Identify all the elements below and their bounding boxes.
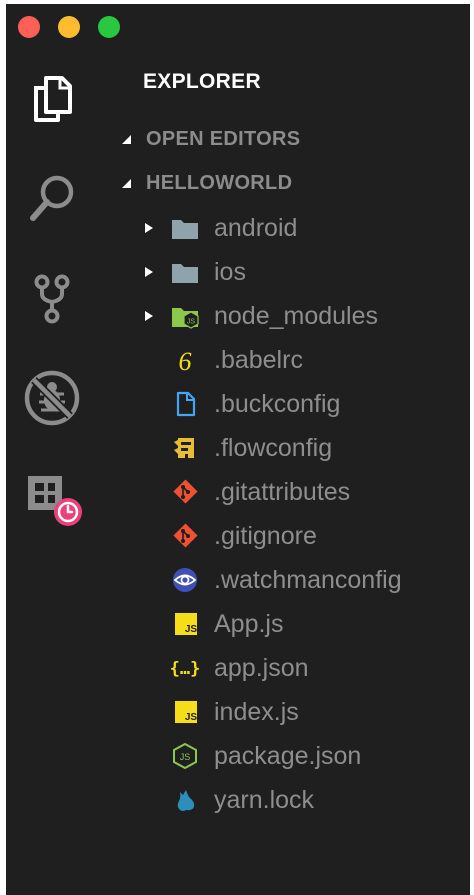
tree-item-app-json[interactable]: {…} app.json — [104, 648, 470, 688]
tree-item-flowconfig[interactable]: .flowconfig — [104, 428, 470, 468]
folder-icon — [170, 214, 200, 242]
tree-item-label: app.json — [214, 654, 309, 682]
tree-item-label: App.js — [214, 610, 284, 638]
open-editors-header[interactable]: OPEN EDITORS — [120, 124, 300, 154]
chevron-right-icon — [145, 311, 153, 321]
node-folder-icon: JS — [170, 302, 200, 330]
file-icon — [170, 390, 200, 418]
open-editors-label: OPEN EDITORS — [146, 127, 301, 150]
tree-item-buckconfig[interactable]: .buckconfig — [104, 384, 470, 424]
tree-item-app-js[interactable]: JS App.js — [104, 604, 470, 644]
git-icon — [170, 522, 200, 550]
project-header[interactable]: HELLOWORLD — [120, 168, 292, 198]
activity-bar — [6, 4, 120, 895]
chevron-right-icon — [145, 267, 153, 277]
svg-text:JS: JS — [185, 624, 198, 635]
project-label: HELLOWORLD — [146, 171, 293, 194]
svg-text:JS: JS — [185, 712, 198, 723]
svg-text:{…}: {…} — [170, 659, 200, 679]
tree-item-label: .watchmanconfig — [214, 566, 402, 594]
tree-item-android[interactable]: android — [104, 208, 470, 248]
tree-item-package-json[interactable]: JS package.json — [104, 736, 470, 776]
watchman-icon — [170, 566, 200, 594]
svg-text:6: 6 — [179, 347, 192, 374]
tree-item-yarn-lock[interactable]: yarn.lock — [104, 780, 470, 820]
json-icon: {…} — [170, 654, 200, 682]
tree-item-label: .gitignore — [214, 522, 317, 550]
explorer-sidebar: EXPLORER OPEN EDITORS HELLOWORLD android — [104, 4, 470, 895]
svg-text:JS: JS — [180, 752, 191, 762]
tree-item-label: .babelrc — [214, 346, 303, 374]
caret-down-icon — [122, 179, 131, 188]
tree-item-label: .flowconfig — [214, 434, 333, 462]
tree-item-label: index.js — [214, 698, 299, 726]
editor-window: EXPLORER OPEN EDITORS HELLOWORLD android — [6, 4, 470, 895]
tree-item-gitattributes[interactable]: .gitattributes — [104, 472, 470, 512]
yarn-icon — [170, 786, 200, 814]
source-control-icon[interactable] — [22, 268, 82, 328]
minimize-window-button[interactable] — [58, 16, 80, 38]
tree-item-index-js[interactable]: JS index.js — [104, 692, 470, 732]
tree-item-gitignore[interactable]: .gitignore — [104, 516, 470, 556]
tree-item-label: package.json — [214, 742, 362, 770]
javascript-icon: JS — [170, 610, 200, 638]
tree-item-watchmanconfig[interactable]: .watchmanconfig — [104, 560, 470, 600]
files-icon[interactable] — [22, 68, 82, 128]
babel-icon: 6 — [170, 346, 200, 374]
tree-item-label: node_modules — [214, 302, 379, 330]
git-icon — [170, 478, 200, 506]
folder-icon — [170, 258, 200, 286]
svg-text:JS: JS — [187, 319, 196, 326]
nodejs-icon: JS — [170, 742, 200, 770]
tree-item-label: ios — [214, 258, 246, 286]
javascript-icon: JS — [170, 698, 200, 726]
tree-item-babelrc[interactable]: 6 .babelrc — [104, 340, 470, 380]
tree-item-label: yarn.lock — [214, 786, 315, 814]
tree-item-node-modules[interactable]: JS node_modules — [104, 296, 470, 336]
extension-clock-icon[interactable] — [22, 468, 82, 528]
tree-item-label: .buckconfig — [214, 390, 341, 418]
caret-down-icon — [122, 135, 131, 144]
chevron-right-icon — [145, 223, 153, 233]
explorer-title: EXPLORER — [143, 70, 261, 93]
debug-icon[interactable] — [22, 368, 82, 428]
close-window-button[interactable] — [18, 16, 40, 38]
tree-item-label: .gitattributes — [214, 478, 351, 506]
flow-icon — [170, 434, 200, 462]
search-icon[interactable] — [22, 168, 82, 228]
tree-item-label: android — [214, 214, 298, 242]
tree-item-ios[interactable]: ios — [104, 252, 470, 292]
